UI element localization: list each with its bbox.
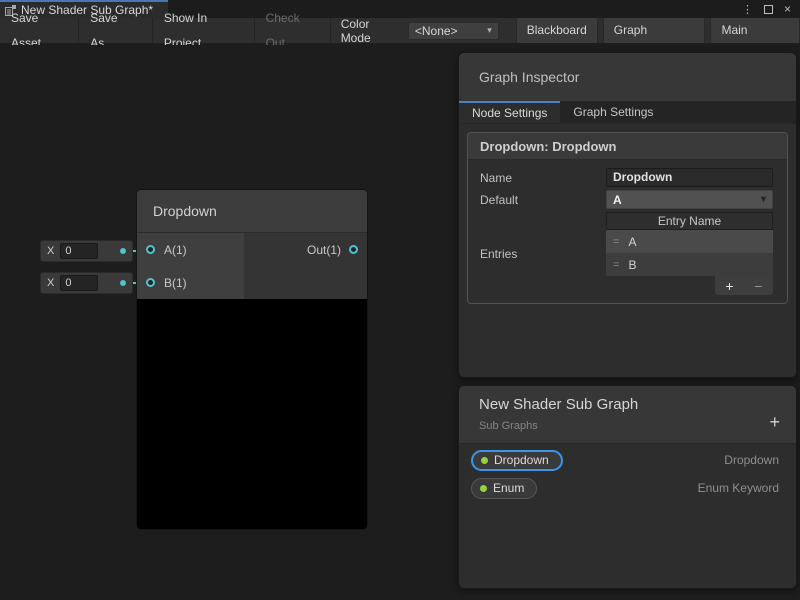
input-port-b[interactable] bbox=[146, 278, 155, 287]
blackboard-item-name: Enum bbox=[493, 481, 524, 495]
input-port-row-b: B(1) bbox=[137, 266, 244, 299]
input-port-b-label: B(1) bbox=[164, 276, 187, 290]
output-port-out[interactable] bbox=[349, 245, 358, 254]
entry-name: A bbox=[628, 235, 636, 249]
node-port-area: A(1) B(1) Out(1) bbox=[137, 233, 367, 299]
blackboard-item-pill-dropdown[interactable]: Dropdown bbox=[471, 450, 563, 471]
blackboard-panel: New Shader Sub Graph Sub Graphs + Dropdo… bbox=[458, 385, 797, 589]
node-settings-section: Dropdown: Dropdown Name Dropdown Default… bbox=[467, 132, 788, 304]
value-port-dot[interactable] bbox=[120, 280, 126, 286]
dropdown-node[interactable]: Dropdown A(1) B(1) Out(1) bbox=[137, 190, 367, 529]
color-mode-value: <None> bbox=[415, 24, 458, 38]
inspector-tab-bar: Node Settings Graph Settings bbox=[459, 101, 796, 124]
keyword-dot-icon bbox=[481, 457, 488, 464]
entry-name: B bbox=[628, 258, 636, 272]
graph-toolbar: Save Asset Save As... Show In Project Ch… bbox=[0, 18, 800, 44]
close-icon[interactable]: × bbox=[784, 2, 791, 16]
blackboard-item-name: Dropdown bbox=[494, 453, 549, 467]
value-port-dot[interactable] bbox=[120, 248, 126, 254]
node-title-bar[interactable]: Dropdown bbox=[137, 190, 367, 233]
output-port-label: Out(1) bbox=[307, 243, 341, 257]
default-dropdown-value: A bbox=[613, 193, 622, 207]
name-field-row: Name Dropdown bbox=[480, 168, 773, 187]
shader-graph-window: New Shader Sub Graph* ⋮ × Save Asset Sav… bbox=[0, 0, 800, 600]
graph-inspector-header[interactable]: Graph Inspector bbox=[459, 53, 796, 101]
chevron-down-icon: ▾ bbox=[487, 25, 492, 36]
node-output-column: Out(1) bbox=[244, 233, 367, 299]
drag-handle-icon[interactable]: = bbox=[613, 236, 619, 248]
name-label: Name bbox=[480, 171, 606, 185]
blackboard-row-dropdown: Dropdown Dropdown bbox=[459, 446, 796, 474]
section-title: Dropdown: Dropdown bbox=[468, 133, 787, 160]
tab-node-settings[interactable]: Node Settings bbox=[459, 101, 560, 123]
input-port-row-a: A(1) bbox=[137, 233, 244, 266]
inline-value-b: X 0 bbox=[40, 272, 133, 294]
blackboard-subtitle: Sub Graphs bbox=[479, 420, 780, 432]
kebab-menu-icon[interactable]: ⋮ bbox=[742, 3, 753, 16]
graph-inspector-title: Graph Inspector bbox=[479, 69, 579, 85]
default-field-row: Default A ▾ bbox=[480, 190, 773, 209]
blackboard-rows: Dropdown Dropdown Enum Enum Keyword bbox=[459, 444, 796, 502]
output-port-row: Out(1) bbox=[244, 233, 367, 266]
remove-entry-button[interactable]: − bbox=[754, 278, 762, 294]
blackboard-item-type: Dropdown bbox=[724, 453, 779, 467]
input-port-a-label: A(1) bbox=[164, 243, 187, 257]
graph-canvas[interactable]: X 0 X 0 Dropdown A(1) bbox=[0, 45, 800, 600]
node-input-column: A(1) B(1) bbox=[137, 233, 244, 299]
blackboard-item-type: Enum Keyword bbox=[698, 481, 779, 495]
tab-graph-settings[interactable]: Graph Settings bbox=[560, 101, 666, 123]
name-input[interactable]: Dropdown bbox=[606, 168, 773, 187]
color-mode-dropdown[interactable]: <None> ▾ bbox=[408, 22, 499, 40]
node-title: Dropdown bbox=[153, 203, 217, 219]
maximize-icon[interactable] bbox=[764, 5, 773, 14]
chevron-down-icon: ▾ bbox=[761, 194, 766, 205]
input-port-a[interactable] bbox=[146, 245, 155, 254]
blackboard-item-pill-enum[interactable]: Enum bbox=[471, 478, 537, 499]
blackboard-row-enum: Enum Enum Keyword bbox=[459, 474, 796, 502]
entry-row-b[interactable]: = B bbox=[606, 253, 773, 276]
entries-field-row: Entries Entry Name = A = B bbox=[480, 212, 773, 295]
section-body: Name Dropdown Default A ▾ Entries Entry bbox=[468, 160, 787, 303]
default-dropdown[interactable]: A ▾ bbox=[606, 190, 773, 209]
main-preview-toggle-button[interactable]: Main Preview bbox=[710, 18, 800, 43]
keyword-dot-icon bbox=[480, 485, 487, 492]
entries-footer-buttons: + − bbox=[715, 276, 773, 295]
node-preview bbox=[137, 299, 367, 529]
color-mode-label: Color Mode bbox=[331, 17, 408, 45]
graph-inspector-toggle-button[interactable]: Graph Inspector bbox=[603, 18, 706, 43]
graph-inspector-panel: Graph Inspector Node Settings Graph Sett… bbox=[458, 52, 797, 378]
value-input[interactable]: 0 bbox=[60, 275, 98, 291]
blackboard-header[interactable]: New Shader Sub Graph Sub Graphs + bbox=[459, 386, 796, 444]
axis-label: X bbox=[47, 277, 54, 289]
add-property-button[interactable]: + bbox=[769, 413, 780, 431]
entries-footer: + − bbox=[606, 276, 773, 295]
add-entry-button[interactable]: + bbox=[725, 278, 733, 294]
entries-list: Entry Name = A = B + bbox=[606, 212, 773, 295]
default-label: Default bbox=[480, 193, 606, 207]
axis-label: X bbox=[47, 245, 54, 257]
inline-value-a: X 0 bbox=[40, 240, 133, 262]
entry-row-a[interactable]: = A bbox=[606, 230, 773, 253]
blackboard-toggle-button[interactable]: Blackboard bbox=[516, 18, 598, 43]
window-controls: ⋮ × bbox=[742, 0, 800, 18]
entries-column-header: Entry Name bbox=[606, 212, 773, 230]
value-input[interactable]: 0 bbox=[60, 243, 98, 259]
entries-label: Entries bbox=[480, 247, 606, 261]
drag-handle-icon[interactable]: = bbox=[613, 259, 619, 271]
blackboard-title: New Shader Sub Graph bbox=[479, 396, 780, 413]
